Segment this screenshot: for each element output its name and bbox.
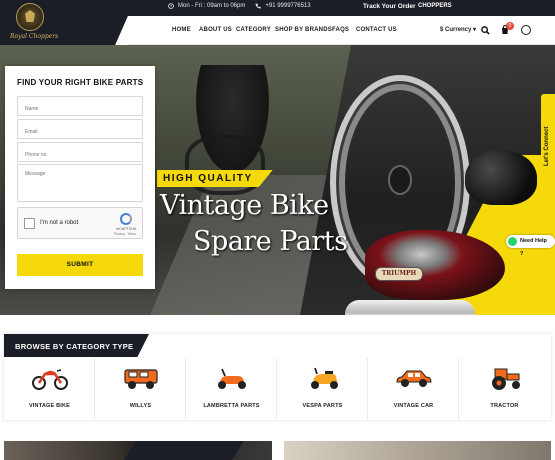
category-vintage-bike[interactable]: VINTAGE BIKE [4,358,95,420]
scooter-icon [218,368,246,389]
currency-label: $ Currency [440,27,472,33]
nav-category[interactable]: CATEGORY [236,27,271,33]
promo-banner-right[interactable] [284,441,551,460]
lets-connect-tab[interactable]: Let's Connect [541,94,555,172]
logo[interactable]: Royal Choppers [0,0,128,45]
category-label: VINTAGE BIKE [28,403,71,409]
promo-banner-overlay [124,441,244,460]
category-label: LAMBRETTA PARTS [203,403,260,409]
headlamp-image [465,150,537,205]
cart-count-badge: 0 [506,22,514,30]
hero-title-line1: Vintage Bike [160,190,329,221]
promo-banner-left[interactable] [4,441,272,460]
nav-faqs[interactable]: FAQS [332,27,349,33]
nav-contact-us[interactable]: CONTACT US [356,27,397,33]
tank-brand-badge: TRIUMPH [375,267,423,281]
phone-icon [255,3,262,9]
wheel-hub-image [388,165,412,195]
category-label: VINTAGE CAR [393,403,434,409]
logo-emblem-icon [16,3,44,31]
track-order-link[interactable]: Track Your Order [363,3,416,10]
jeep-icon [124,369,158,389]
category-section: BROWSE BY CATEGORY TYPE VINTAGE BIKE WIL… [4,334,551,420]
car-icon [396,370,432,387]
category-title: BROWSE BY CATEGORY TYPE [15,342,134,351]
recaptcha-logo-icon [120,213,132,225]
category-tractor[interactable]: TRACTOR [459,358,550,420]
category-vespa-parts[interactable]: VESPA PARTS [277,358,368,420]
chevron-down-icon: ▾ [473,27,477,33]
category-label: TRACTOR [490,403,519,409]
logo-text: Royal Choppers [10,33,59,40]
form-title: FIND YOUR RIGHT BIKE PARTS [17,78,144,87]
business-hours: Mon - Fri : 09am to 06pm [178,3,246,9]
currency-selector[interactable]: $ Currency ▾ [440,26,476,33]
name-field[interactable] [17,96,143,116]
phone-field[interactable] [17,142,143,162]
user-account-icon[interactable] [521,25,531,35]
category-lambretta-parts[interactable]: LAMBRETTA PARTS [186,358,277,420]
exhaust-pipe-image [345,300,475,315]
contact-info: Mon - Fri : 09am to 06pm +91 9999776513 [168,3,311,9]
nav-about-us[interactable]: ABOUT US [199,27,232,33]
recaptcha-brand: reCAPTCHA [116,227,137,231]
message-field[interactable] [17,164,143,202]
motorbike-icon [32,369,68,390]
submit-button[interactable]: SUBMIT [17,254,143,276]
nav-home[interactable]: HOME [172,27,191,33]
hero-tag: HIGH QUALITY [157,170,273,187]
choppers-link[interactable]: CHOPPERS [418,3,452,9]
phone-number[interactable]: +91 9999776513 [265,3,310,9]
vespa-icon [311,367,338,389]
search-icon[interactable] [481,26,490,35]
whatsapp-help-button[interactable]: Need Help ? [506,235,555,257]
hero-title-line2: Spare Parts [193,226,348,257]
nav-shop-by-brands[interactable]: SHOP BY BRANDS [275,27,332,33]
recaptcha-checkbox[interactable] [24,218,35,229]
category-label: WILLYS [129,403,152,409]
tractor-icon [492,368,520,390]
enquiry-form: FIND YOUR RIGHT BIKE PARTS I'm not a rob… [5,66,155,289]
recaptcha-widget: I'm not a robot reCAPTCHA Privacy - Term… [17,207,143,239]
category-header: BROWSE BY CATEGORY TYPE [4,334,149,357]
category-willys[interactable]: WILLYS [95,358,186,420]
recaptcha-label: I'm not a robot [40,220,79,226]
main-nav: HOME ABOUT US CATEGORY SHOP BY BRANDS FA… [128,16,555,45]
email-field[interactable] [17,119,143,139]
category-label: VESPA PARTS [302,403,343,409]
clock-icon [168,3,174,9]
recaptcha-links[interactable]: Privacy - Terms [114,232,136,236]
category-vintage-car[interactable]: VINTAGE CAR [368,358,459,420]
lets-connect-label: Let's Connect [544,126,550,166]
